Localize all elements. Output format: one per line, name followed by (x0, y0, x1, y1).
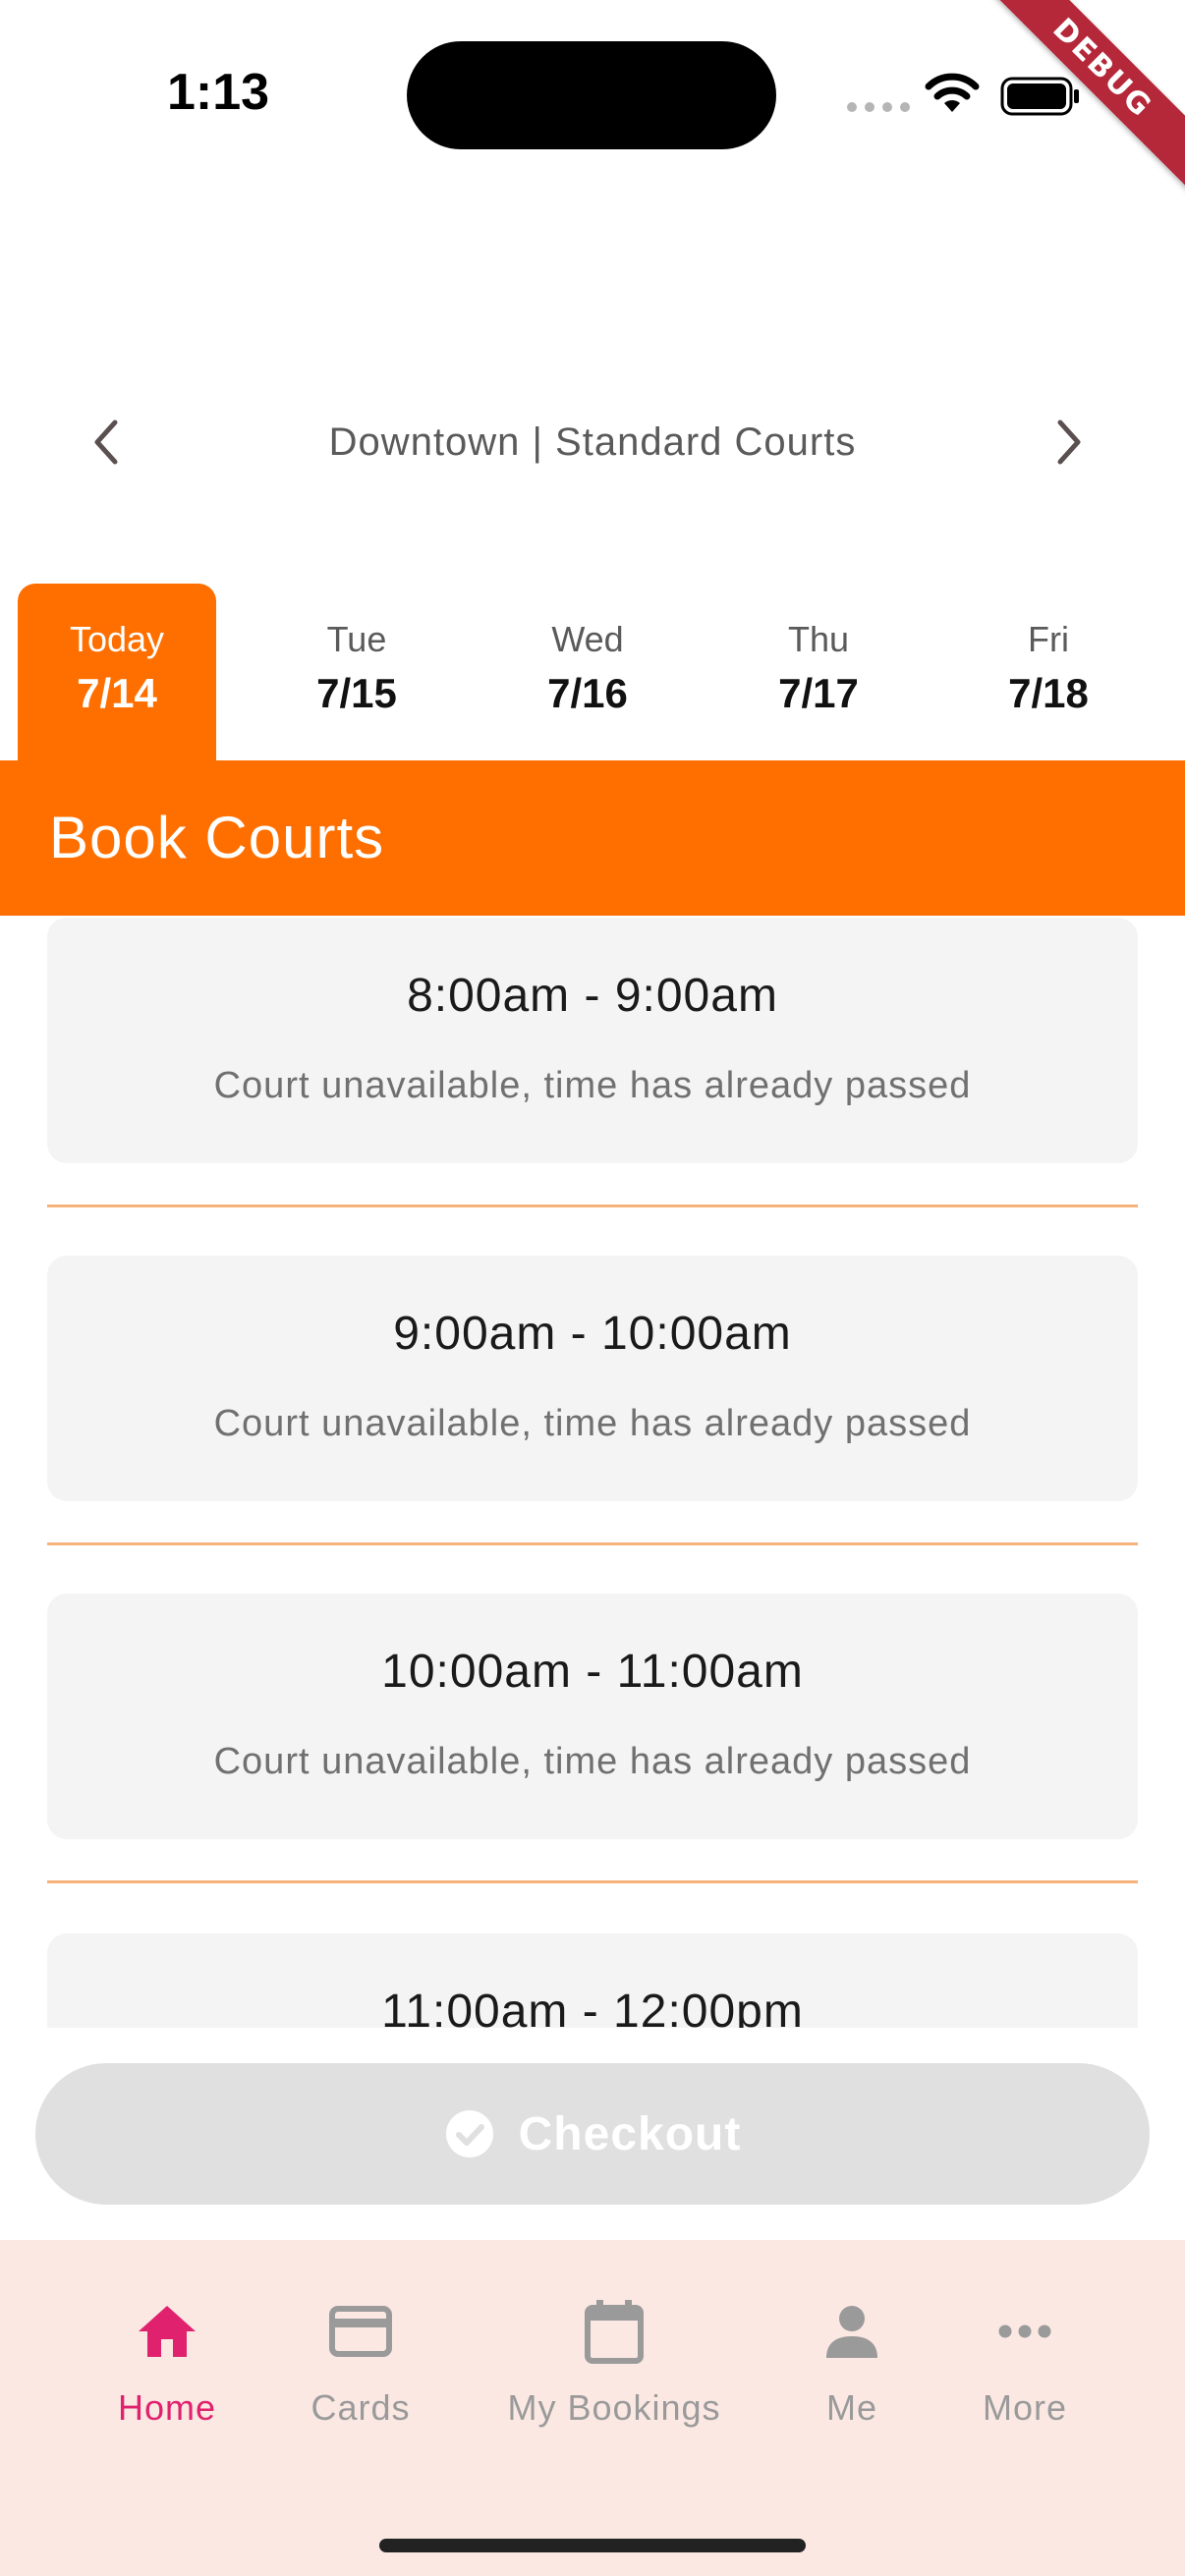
bottom-navigation: Home Cards My Bookings Me More (0, 2240, 1185, 2576)
day-name: Tue (326, 619, 387, 659)
calendar-icon (585, 2300, 644, 2364)
time-slot-card[interactable]: 10:00am - 11:00am Court unavailable, tim… (47, 1594, 1138, 1839)
nav-item-my-bookings[interactable]: My Bookings (497, 2289, 731, 2429)
nav-item-cards[interactable]: Cards (295, 2289, 426, 2429)
day-date: 7/14 (77, 670, 157, 716)
day-date: 7/17 (778, 670, 859, 716)
day-date: 7/15 (316, 670, 397, 716)
day-name: Today (69, 619, 165, 659)
checkout-button[interactable]: Checkout (35, 2063, 1150, 2205)
time-slot-card[interactable]: 11:00am - 12:00pm (47, 1933, 1138, 2028)
next-location-button[interactable] (1042, 415, 1097, 470)
checkout-label: Checkout (518, 2107, 742, 2160)
check-circle-icon (445, 2110, 493, 2157)
book-courts-banner: Book Courts (0, 760, 1185, 916)
slot-divider (47, 1880, 1138, 1883)
credit-card-icon (329, 2306, 392, 2357)
slot-status-message: Court unavailable, time has already pass… (213, 1403, 972, 1444)
day-tab-tue[interactable]: Tue 7/15 (257, 584, 456, 760)
person-icon (826, 2306, 877, 2358)
nav-label: More (982, 2387, 1068, 2428)
slot-divider (47, 1542, 1138, 1545)
cellular-signal-icon (847, 102, 910, 112)
slot-time: 11:00am - 12:00pm (381, 1986, 804, 2028)
day-tab-today[interactable]: Today 7/14 (18, 584, 216, 760)
nav-label: Me (825, 2387, 877, 2428)
day-date: 7/18 (1008, 670, 1089, 716)
chevron-right-icon (1057, 420, 1081, 465)
slot-divider (47, 1204, 1138, 1207)
home-indicator (379, 2539, 806, 2552)
day-tab-thu[interactable]: Thu 7/17 (719, 584, 918, 760)
nav-label: My Bookings (507, 2387, 721, 2428)
dynamic-island (407, 41, 776, 149)
day-date: 7/16 (547, 670, 628, 716)
more-horizontal-icon (998, 2324, 1051, 2338)
nav-item-me[interactable]: Me (808, 2289, 896, 2429)
slot-time: 9:00am - 10:00am (393, 1308, 792, 1360)
nav-label: Home (117, 2387, 217, 2428)
day-tab-wed[interactable]: Wed 7/16 (488, 584, 687, 760)
slot-time: 8:00am - 9:00am (407, 970, 778, 1022)
location-title: Downtown | Standard Courts (328, 420, 857, 464)
nav-label: Cards (310, 2387, 411, 2428)
page-title: Book Courts (49, 805, 385, 870)
time-slot-list[interactable]: 8:00am - 9:00am Court unavailable, time … (0, 916, 1185, 2028)
day-selector: Today 7/14 Tue 7/15 Wed 7/16 Thu 7/17 Fr… (0, 584, 1185, 760)
nav-item-home[interactable]: Home (98, 2289, 236, 2429)
time-slot-card[interactable]: 9:00am - 10:00am Court unavailable, time… (47, 1256, 1138, 1501)
nav-item-more[interactable]: More (969, 2289, 1081, 2429)
slot-status-message: Court unavailable, time has already pass… (213, 1741, 972, 1782)
wifi-icon (925, 73, 980, 112)
day-name: Fri (1028, 619, 1069, 659)
home-icon (139, 2306, 196, 2357)
slot-time: 10:00am - 11:00am (381, 1646, 804, 1698)
location-selector: Downtown | Standard Courts (0, 393, 1185, 491)
day-tab-fri[interactable]: Fri 7/18 (949, 584, 1148, 760)
status-time: 1:13 (167, 64, 270, 121)
battery-icon (1000, 77, 1079, 116)
day-name: Thu (787, 619, 850, 659)
slot-status-message: Court unavailable, time has already pass… (213, 1065, 972, 1106)
time-slot-card[interactable]: 8:00am - 9:00am Court unavailable, time … (47, 918, 1138, 1163)
day-name: Wed (551, 619, 624, 659)
